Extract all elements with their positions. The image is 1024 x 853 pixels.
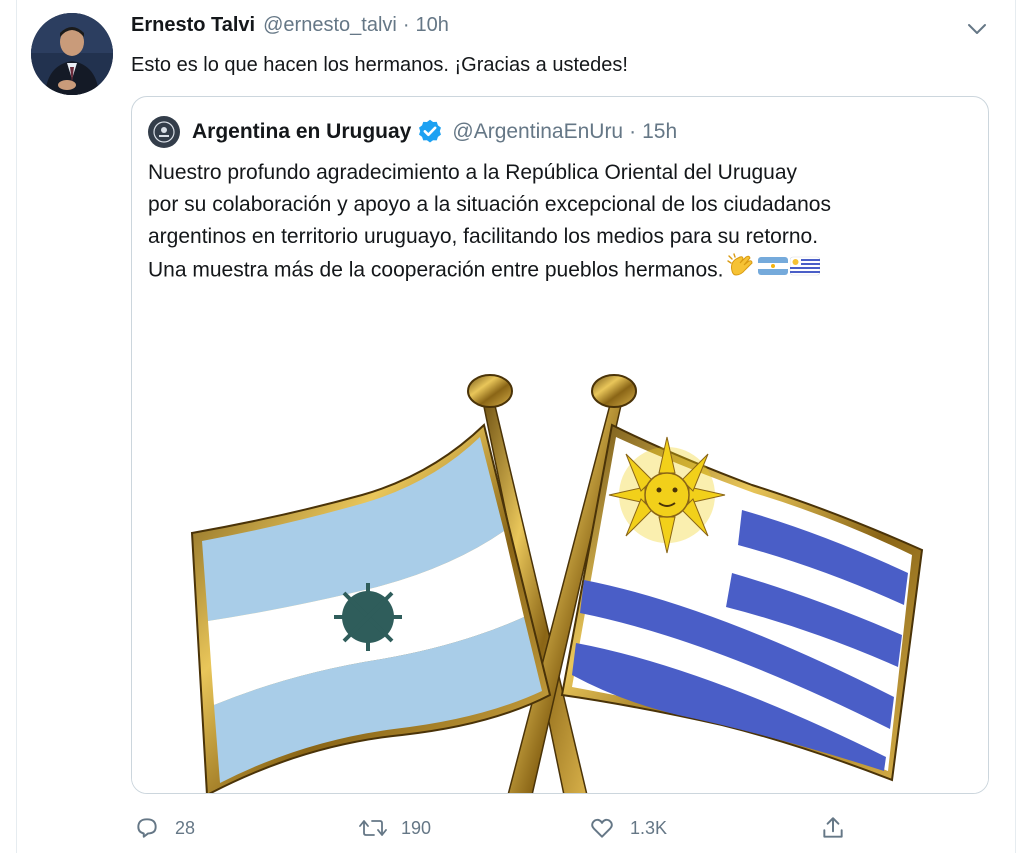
retweet-count: 190: [401, 817, 432, 838]
verified-badge-icon: [416, 118, 444, 146]
reply-count: 28: [175, 817, 196, 838]
quote-text-line: por su colaboración y apoyo a la situaci…: [148, 193, 831, 216]
share-button[interactable]: [817, 808, 849, 848]
reply-button[interactable]: 28: [131, 808, 195, 848]
clapping-hands-icon: [726, 253, 756, 289]
tweet-time[interactable]: 10h: [416, 14, 449, 37]
argentina-flag: [190, 423, 552, 793]
author-handle[interactable]: @ernesto_talvi: [263, 14, 397, 37]
quote-time[interactable]: 15h: [642, 120, 677, 144]
sun-of-may: [608, 436, 726, 554]
separator-dot: ·: [402, 14, 410, 36]
quoted-tweet[interactable]: Argentina en Uruguay @ArgentinaEnUru · 1…: [131, 96, 989, 794]
quote-text: Nuestro profundo agradecimiento a la Rep…: [148, 157, 978, 289]
like-button[interactable]: 1.3K: [586, 808, 667, 848]
chevron-down-icon[interactable]: [962, 14, 992, 44]
retweet-icon: [357, 812, 389, 844]
tweet-text: Esto es lo que hacen los hermanos. ¡Grac…: [131, 54, 628, 76]
retweet-button[interactable]: 190: [357, 808, 431, 848]
tweet-actions: 28 190 1.3K: [131, 808, 851, 848]
share-icon: [817, 812, 849, 844]
quote-header: Argentina en Uruguay @ArgentinaEnUru · 1…: [148, 116, 677, 148]
author-avatar[interactable]: [31, 13, 113, 95]
author-name[interactable]: Ernesto Talvi: [131, 14, 255, 37]
quote-text-line: argentinos en territorio uruguayo, facil…: [148, 225, 819, 248]
quote-separator-dot: ·: [629, 120, 637, 143]
uruguay-flag: [560, 423, 924, 782]
quote-text-line: Nuestro profundo agradecimiento a la Rep…: [148, 161, 798, 184]
tweet-header: Ernesto Talvi @ernesto_talvi · 10h: [131, 14, 449, 42]
quote-author-name[interactable]: Argentina en Uruguay: [192, 120, 411, 144]
heart-icon: [586, 812, 618, 844]
crossed-flags-pin-image[interactable]: [132, 305, 988, 793]
quote-text-line-last: Una muestra más de la cooperación entre …: [148, 253, 978, 289]
uruguay-flag-icon: [789, 255, 820, 287]
like-count: 1.3K: [630, 817, 668, 838]
quote-text-line: Una muestra más de la cooperación entre …: [148, 258, 724, 282]
quote-author-handle[interactable]: @ArgentinaEnUru: [452, 120, 623, 144]
reply-icon: [131, 812, 163, 844]
quote-avatar[interactable]: [148, 116, 180, 148]
argentina-flag-icon: [757, 255, 788, 287]
